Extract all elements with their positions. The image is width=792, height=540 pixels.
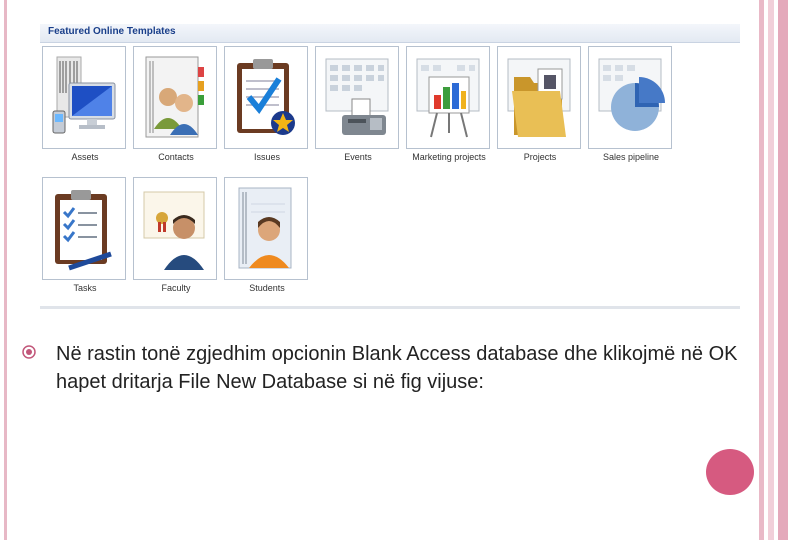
template-label: Events [344,152,372,162]
template-label: Sales pipeline [602,152,660,162]
template-tile-issues[interactable]: Issues [224,46,308,162]
template-label: Projects [523,152,557,162]
template-tile-tasks[interactable]: Tasks [42,177,126,293]
folder-icon [507,58,571,137]
faculty-person-icon [143,191,205,270]
contacts-people-icon [145,56,204,138]
right-decorative-bar [768,0,774,540]
template-tile-contacts[interactable]: Contacts [133,46,217,162]
pie-chart-icon [598,58,665,131]
template-label: Issues [253,152,280,162]
template-tile-students[interactable]: Students [224,177,308,293]
right-decorative-bar [778,0,788,540]
template-label: Contacts [158,152,194,162]
right-decorative-bar [759,0,764,540]
decorative-circle [706,449,754,495]
template-label: Tasks [73,283,97,293]
panel-divider [40,306,740,309]
template-label: Assets [71,152,99,162]
bullet-icon [22,345,36,359]
featured-templates-panel: Featured Online Templates Assets Contact… [40,24,740,310]
student-person-icon [238,187,292,269]
clipboard-check-icon [237,59,295,135]
panel-title: Featured Online Templates [48,26,176,37]
template-label: Students [249,283,285,293]
template-tile-events[interactable]: Events [315,46,399,162]
task-checklist-icon [55,190,112,271]
template-tile-marketing-projects[interactable]: Marketing projects [406,46,490,162]
panel-header: Featured Online Templates [40,24,740,43]
template-label: Faculty [161,283,191,293]
chart-easel-icon [416,58,480,138]
bullet-text: Në rastin tonë zgjedhim opcionin Blank A… [56,343,738,393]
template-label: Marketing projects [412,152,486,162]
template-tile-assets[interactable]: Assets [42,46,126,162]
calendar-fax-icon [325,58,389,135]
template-tile-faculty[interactable]: Faculty [133,177,217,293]
left-decorative-bar [4,0,7,540]
monitor-phone-icon [52,56,116,134]
template-tile-projects[interactable]: Projects [497,46,581,162]
template-tile-sales-pipeline[interactable]: Sales pipeline [588,46,672,162]
